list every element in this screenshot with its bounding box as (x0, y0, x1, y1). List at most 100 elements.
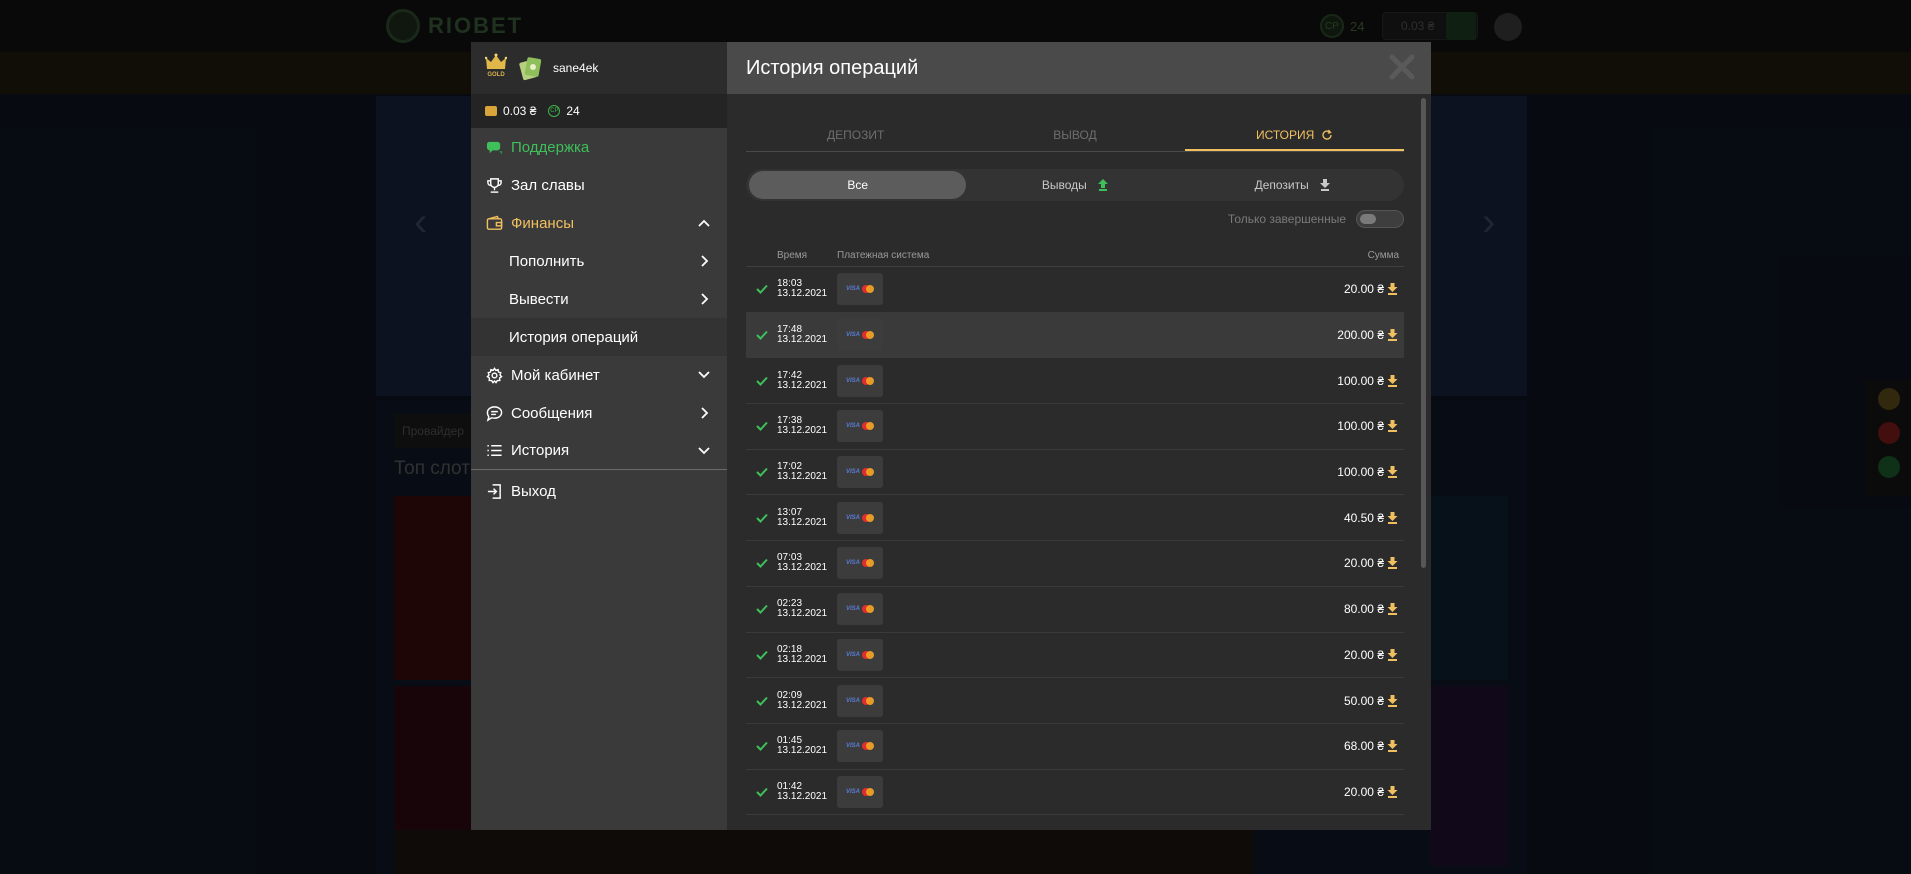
tab-history-label: ИСТОРИЯ (1255, 128, 1315, 142)
row-datetime: 17:48 13.12.2021 (777, 325, 837, 345)
col-payment: Платежная система (837, 250, 930, 261)
user-cp: 24 (566, 104, 580, 118)
status-check-icon (746, 467, 777, 478)
menu-support-label: Поддержка (511, 138, 590, 156)
row-payment: VISA (837, 547, 1284, 580)
trophy-icon (485, 176, 503, 194)
row-amount-value: 100.00 ₴ (1337, 465, 1384, 480)
row-amount: 20.00 ₴ (1284, 648, 1404, 662)
tab-history[interactable]: ИСТОРИЯ (1184, 118, 1404, 151)
menu-logout[interactable]: Выход (471, 472, 727, 510)
row-payment: VISA (837, 410, 1284, 443)
visa-mastercard-icon: VISA (837, 273, 883, 306)
row-payment: VISA (837, 730, 1284, 763)
only-completed-row: Только завершенные (746, 209, 1404, 229)
cp-coin-icon: CP (548, 105, 561, 117)
row-payment: VISA (837, 775, 1284, 808)
row-date: 13.12.2021 (777, 653, 828, 665)
menu-support[interactable]: Поддержка (471, 128, 727, 166)
filter-deposits[interactable]: Депозиты (1184, 171, 1401, 199)
row-datetime: 17:02 13.12.2021 (777, 462, 837, 482)
level-label: GOLD (487, 72, 505, 78)
scrollbar-thumb[interactable] (1421, 98, 1426, 568)
menu-messages-label: Сообщения (511, 404, 593, 422)
mastercard-icon (862, 787, 874, 796)
user-balance-row: 0.03 ₴ CP 24 (471, 94, 727, 128)
table-row[interactable]: 02:18 13.12.2021 VISA 20.00 ₴ (746, 633, 1404, 679)
visa-mastercard-icon: VISA (837, 593, 883, 626)
user-balance: 0.03 ₴ (503, 104, 537, 118)
col-time: Время (777, 250, 808, 261)
table-row[interactable]: 13:07 13.12.2021 VISA 40.50 ₴ (746, 495, 1404, 542)
visa-logo-text: VISA (845, 332, 860, 339)
menu-history-ops-label: История операций (509, 328, 639, 346)
table-row[interactable]: 17:02 13.12.2021 VISA 100.00 ₴ (746, 450, 1404, 496)
menu-finance[interactable]: Финансы (471, 204, 727, 242)
filter-withdrawals[interactable]: Выводы (966, 171, 1183, 199)
row-amount: 100.00 ₴ (1284, 419, 1404, 433)
menu-messages[interactable]: Сообщения (471, 394, 727, 432)
status-check-icon (746, 421, 777, 432)
menu-deposit-label: Пополнить (509, 252, 585, 270)
menu-hall-of-fame[interactable]: Зал славы (471, 166, 727, 204)
filter-all[interactable]: Все (749, 171, 967, 199)
row-date: 13.12.2021 (777, 471, 828, 483)
visa-mastercard-icon: VISA (837, 501, 883, 534)
account-modal: GOLD sane4ek 0.03 ₴ CP 24 Поддержка Зал … (471, 42, 1431, 830)
chevron-right-icon (701, 293, 709, 305)
tab-deposit[interactable]: ДЕПОЗИТ (746, 118, 965, 151)
table-row[interactable]: 01:45 13.12.2021 VISA 68.00 ₴ (746, 724, 1404, 770)
table-row[interactable]: 17:48 13.12.2021 VISA 200.00 ₴ (746, 312, 1404, 359)
table-row[interactable]: 07:03 13.12.2021 VISA 20.00 ₴ (746, 541, 1404, 587)
table-row[interactable]: 02:23 13.12.2021 VISA 80.00 ₴ (746, 587, 1404, 633)
close-button[interactable] (1387, 52, 1417, 82)
table-row[interactable]: 02:09 13.12.2021 VISA 50.00 ₴ (746, 678, 1404, 724)
table-row[interactable]: 17:38 13.12.2021 VISA 100.00 ₴ (746, 404, 1404, 450)
row-amount-value: 68.00 ₴ (1343, 739, 1384, 754)
row-datetime: 17:38 13.12.2021 (777, 416, 837, 436)
mastercard-icon (862, 331, 874, 340)
menu-history-ops[interactable]: История операций (471, 318, 727, 356)
mastercard-icon (862, 376, 874, 385)
deposit-arrow-icon (1387, 785, 1398, 798)
row-date: 13.12.2021 (777, 288, 828, 300)
table-row[interactable]: 17:42 13.12.2021 VISA 100.00 ₴ (746, 358, 1404, 405)
mastercard-icon (862, 513, 874, 522)
visa-logo-text: VISA (845, 514, 860, 521)
table-row[interactable]: 18:03 13.12.2021 VISA 20.00 ₴ (746, 267, 1404, 313)
refresh-icon[interactable] (1321, 129, 1333, 141)
menu-history[interactable]: История (471, 432, 727, 470)
message-icon (485, 404, 503, 422)
operations-tabs: ДЕПОЗИТ ВЫВОД ИСТОРИЯ (746, 118, 1404, 152)
row-date: 13.12.2021 (777, 562, 828, 574)
modal-title: История операций (746, 56, 919, 79)
menu-deposit[interactable]: Пополнить (471, 242, 727, 280)
filter-withdrawals-label: Выводы (1041, 178, 1087, 192)
menu-withdraw[interactable]: Вывести (471, 280, 727, 318)
table-row[interactable]: 01:42 13.12.2021 VISA 20.00 ₴ (746, 770, 1404, 816)
status-check-icon (746, 376, 777, 386)
only-completed-toggle[interactable] (1356, 210, 1404, 228)
tab-withdraw[interactable]: ВЫВОД (965, 118, 1184, 151)
row-payment: VISA (837, 364, 1284, 397)
status-check-icon (746, 741, 777, 752)
row-datetime: 02:09 13.12.2021 (777, 690, 837, 711)
visa-mastercard-icon: VISA (837, 638, 883, 671)
visa-logo-text: VISA (845, 423, 860, 430)
chevron-up-icon (698, 219, 710, 227)
gold-level-badge: GOLD (485, 53, 507, 83)
row-amount: 20.00 ₴ (1284, 785, 1404, 799)
menu-cabinet[interactable]: Мой кабинет (471, 356, 727, 394)
chevron-down-icon (698, 447, 710, 455)
row-amount-value: 100.00 ₴ (1337, 419, 1384, 434)
logout-icon (485, 482, 503, 500)
chevron-right-icon (701, 255, 709, 267)
deposit-arrow-icon (1387, 740, 1398, 753)
avatar[interactable] (517, 55, 543, 81)
gear-icon (485, 366, 503, 384)
row-payment: VISA (837, 684, 1284, 717)
table-header: Время Платежная система Сумма (746, 245, 1404, 267)
row-date: 13.12.2021 (777, 516, 828, 528)
row-payment: VISA (837, 593, 1284, 626)
filter-deposits-label: Депозиты (1254, 178, 1309, 192)
